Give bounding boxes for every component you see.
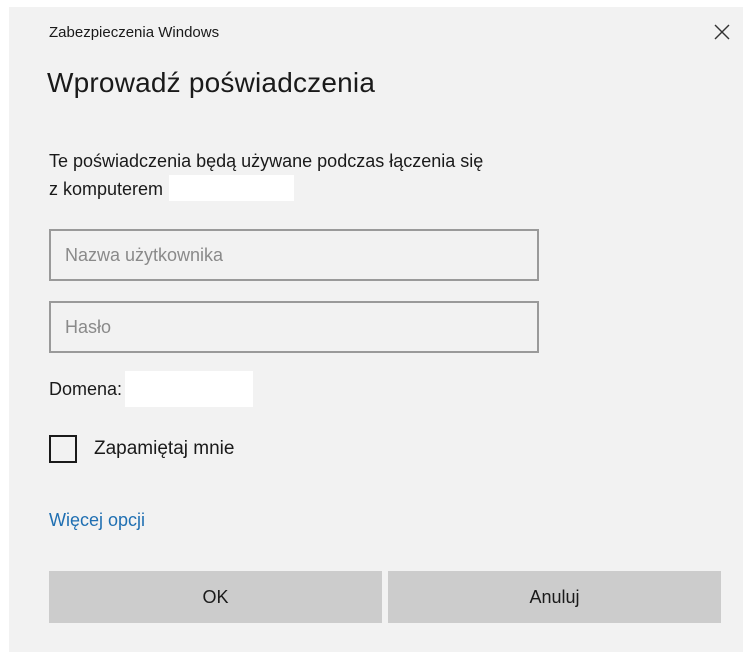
redacted-domain-value [125,371,254,407]
window-title: Zabezpieczenia Windows [49,24,220,41]
dialog-heading: Wprowadź poświadczenia [47,67,376,98]
redacted-computer-name [169,175,295,202]
description-computer-label: z komputerem [49,179,164,199]
dialog-description: Te poświadczenia będą używane podczas łą… [49,147,483,203]
password-input[interactable] [49,301,539,353]
remember-me-label[interactable]: Zapamiętaj mnie [94,438,234,460]
domain-row: Domena: [49,371,254,407]
domain-label: Domena: [49,378,123,399]
more-options-link[interactable]: Więcej opcji [49,510,145,531]
remember-me-checkbox[interactable] [49,435,77,463]
credentials-dialog: Zabezpieczenia Windows Wprowadź poświadc… [9,7,743,652]
close-icon [714,24,730,40]
ok-button[interactable]: OK [49,571,382,623]
username-input[interactable] [49,229,539,281]
close-button[interactable] [707,17,737,47]
description-line-2: z komputerem [49,175,483,203]
description-line-1: Te poświadczenia będą używane podczas łą… [49,151,484,171]
remember-me-checkbox-row[interactable]: Zapamiętaj mnie [49,435,234,463]
cancel-button[interactable]: Anuluj [388,571,721,623]
